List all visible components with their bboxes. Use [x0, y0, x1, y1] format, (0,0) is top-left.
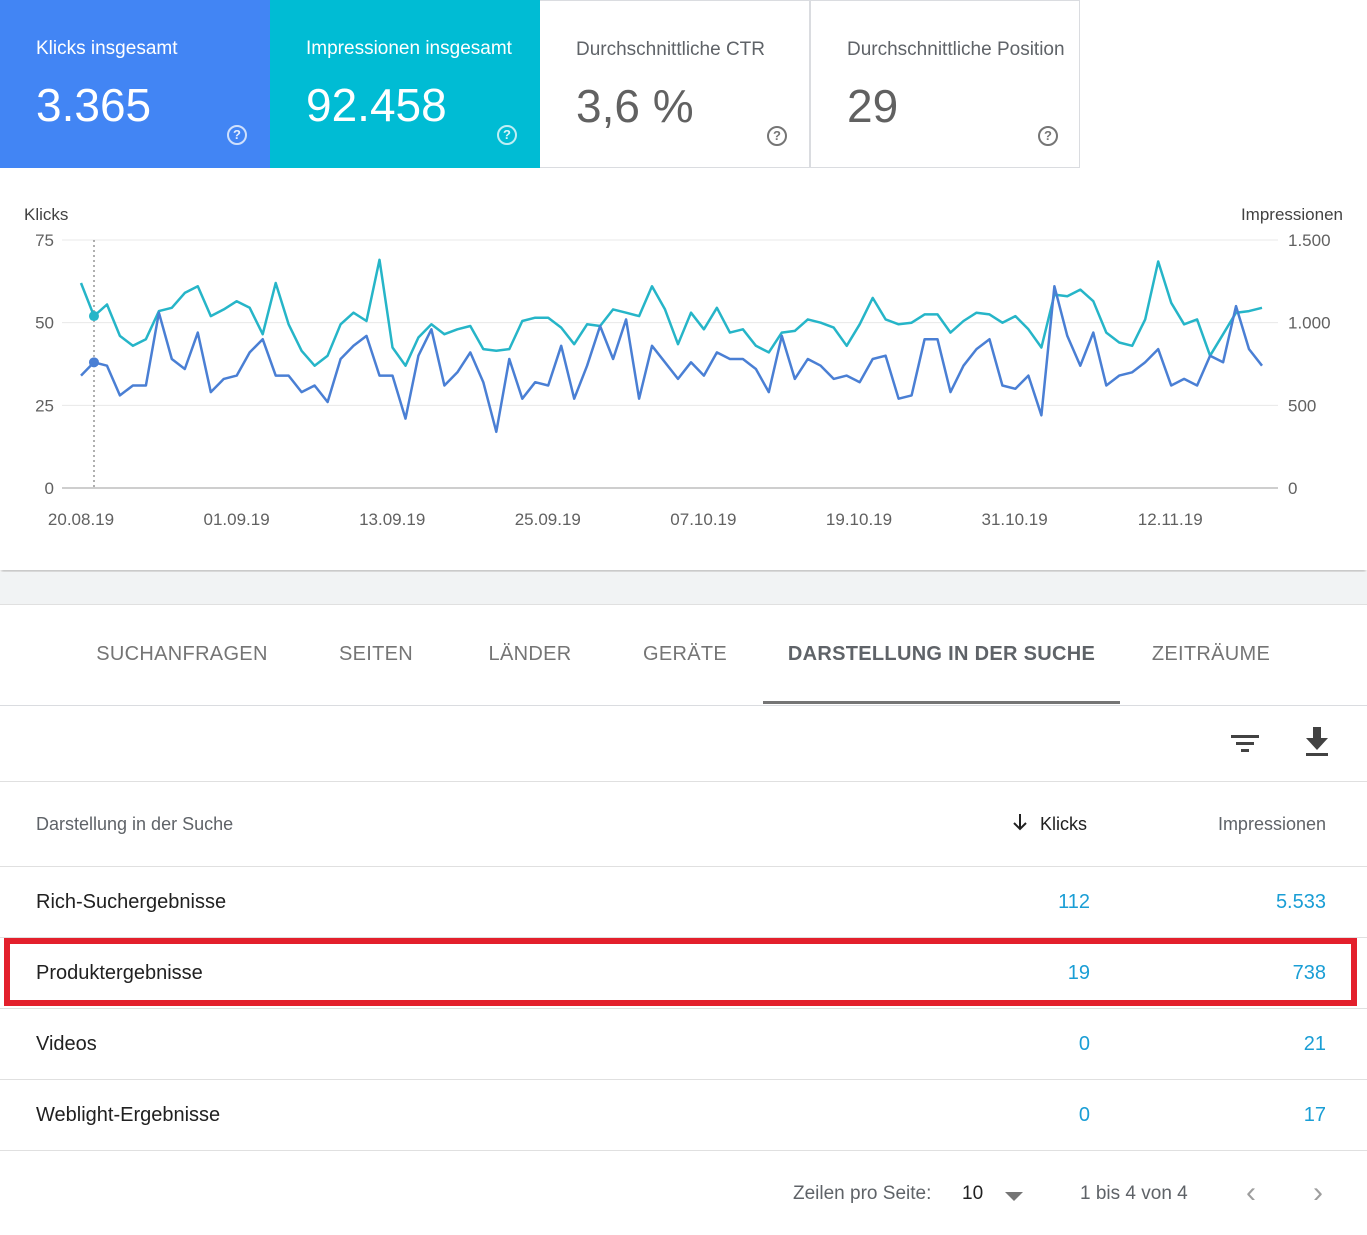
- metrics-bar: Klicks insgesamt 3.365 ? Impressionen in…: [0, 0, 1080, 168]
- y-left-tick-label: 50: [35, 314, 54, 333]
- pagination: Zeilen pro Seite: 10 1 bis 4 von 4 ‹ ›: [0, 1152, 1367, 1235]
- chevron-left-icon[interactable]: ‹: [1246, 1176, 1256, 1210]
- chevron-down-icon[interactable]: [1005, 1192, 1023, 1201]
- metric-value: 3.365: [36, 79, 152, 131]
- x-tick-label: 01.09.19: [204, 510, 270, 529]
- row-clicks: 112: [1058, 891, 1090, 913]
- row-name: Rich-Suchergebnisse: [36, 891, 227, 913]
- metric-value: 29: [847, 80, 899, 132]
- table-header: Darstellung in der Suche Klicks Impressi…: [0, 782, 1367, 867]
- row-impressions: 5.533: [1275, 891, 1326, 913]
- table-row[interactable]: Produktergebnisse 19 738: [0, 938, 1367, 1009]
- y-left-tick-label: 75: [35, 231, 54, 250]
- metric-label: Durchschnittliche CTR: [576, 39, 765, 60]
- tab-seiten[interactable]: SEITEN: [316, 605, 436, 704]
- table-row[interactable]: Videos 0 21: [0, 1009, 1367, 1080]
- help-icon[interactable]: ?: [767, 126, 787, 146]
- x-tick-label: 12.11.19: [1138, 510, 1203, 529]
- metric-value: 92.458: [306, 79, 447, 131]
- row-clicks: 0: [1078, 1033, 1090, 1055]
- x-tick-label: 19.10.19: [826, 510, 892, 529]
- help-icon[interactable]: ?: [497, 125, 517, 145]
- help-icon[interactable]: ?: [1038, 126, 1058, 146]
- table-row[interactable]: Weblight-Ergebnisse 0 17: [0, 1080, 1367, 1151]
- table-row[interactable]: Rich-Suchergebnisse 112 5.533: [0, 867, 1367, 938]
- metric-label: Impressionen insgesamt: [306, 38, 512, 59]
- row-name: Videos: [36, 1033, 97, 1055]
- row-name: Produktergebnisse: [36, 962, 203, 984]
- chart-svg: Klicks Impressionen 0 0 25 500 50 1.000 75 1.500 2…: [24, 205, 1343, 529]
- x-tick-label: 07.10.19: [670, 510, 736, 529]
- series-point-impressionen: [88, 311, 99, 322]
- y-left-tick-label: 25: [35, 396, 54, 415]
- series-line-klicks: [80, 285, 1263, 434]
- results-table: Darstellung in der Suche Klicks Impressi…: [0, 782, 1367, 1151]
- tab-geraete[interactable]: GERÄTE: [625, 605, 745, 704]
- tab-laender[interactable]: LÄNDER: [470, 605, 590, 704]
- metric-card-position[interactable]: Durchschnittliche Position 29 ?: [810, 0, 1080, 168]
- series-point-klicks: [88, 357, 99, 368]
- metric-card-clicks[interactable]: Klicks insgesamt 3.365 ?: [0, 0, 270, 168]
- help-icon[interactable]: ?: [227, 125, 247, 145]
- tab-suchanfragen[interactable]: SUCHANFRAGEN: [62, 605, 302, 704]
- column-header-impressions[interactable]: Impressionen: [1218, 814, 1326, 835]
- row-impressions: 738: [1292, 962, 1326, 984]
- download-icon[interactable]: [1297, 723, 1337, 763]
- y-right-tick-label: 1.500: [1288, 231, 1331, 250]
- x-tick-label: 25.09.19: [515, 510, 581, 529]
- metric-card-ctr[interactable]: Durchschnittliche CTR 3,6 % ?: [540, 0, 810, 168]
- row-clicks: 0: [1078, 1104, 1090, 1126]
- metric-value: 3,6 %: [576, 80, 694, 132]
- performance-chart[interactable]: Klicks Impressionen 0 0 25 500 50 1.000 75 1.500 2…: [0, 168, 1367, 570]
- arrow-down-icon: [1010, 812, 1030, 834]
- y-right-axis-title: Impressionen: [1241, 205, 1343, 224]
- y-right-tick-label: 0: [1288, 479, 1297, 498]
- page-range: 1 bis 4 von 4: [1080, 1183, 1188, 1204]
- rows-per-page-select[interactable]: 10: [962, 1183, 983, 1205]
- y-right-tick-label: 1.000: [1288, 314, 1331, 333]
- section-gap: [0, 572, 1367, 604]
- metric-card-impressions[interactable]: Impressionen insgesamt 92.458 ?: [270, 0, 540, 168]
- filter-icon[interactable]: [1225, 723, 1265, 763]
- rows-per-page-label: Zeilen pro Seite:: [793, 1183, 932, 1204]
- row-impressions: 17: [1303, 1104, 1326, 1126]
- metric-label: Klicks insgesamt: [36, 38, 178, 59]
- tab-darstellung[interactable]: DARSTELLUNG IN DER SUCHE: [763, 605, 1120, 704]
- row-name: Weblight-Ergebnisse: [36, 1104, 221, 1126]
- x-tick-label: 31.10.19: [982, 510, 1048, 529]
- active-tab-indicator: [763, 701, 1120, 704]
- x-tick-label: 20.08.19: [48, 510, 114, 529]
- tab-zeitraeume[interactable]: ZEITRÄUME: [1136, 605, 1286, 704]
- y-right-tick-label: 500: [1288, 396, 1316, 415]
- series-line-impressionen: [79, 258, 1263, 367]
- x-tick-label: 13.09.19: [359, 510, 425, 529]
- row-clicks: 19: [1067, 962, 1090, 984]
- row-impressions: 21: [1303, 1033, 1326, 1055]
- table-toolbar: [0, 705, 1367, 782]
- y-left-tick-label: 0: [45, 479, 54, 498]
- chevron-right-icon[interactable]: ›: [1313, 1176, 1323, 1210]
- metric-label: Durchschnittliche Position: [847, 39, 1065, 60]
- y-left-axis-title: Klicks: [24, 205, 68, 224]
- column-header-clicks[interactable]: Klicks: [1040, 814, 1087, 835]
- dimension-tabs: SUCHANFRAGEN SEITEN LÄNDER GERÄTE DARSTE…: [0, 604, 1367, 706]
- column-header-name[interactable]: Darstellung in der Suche: [36, 814, 233, 835]
